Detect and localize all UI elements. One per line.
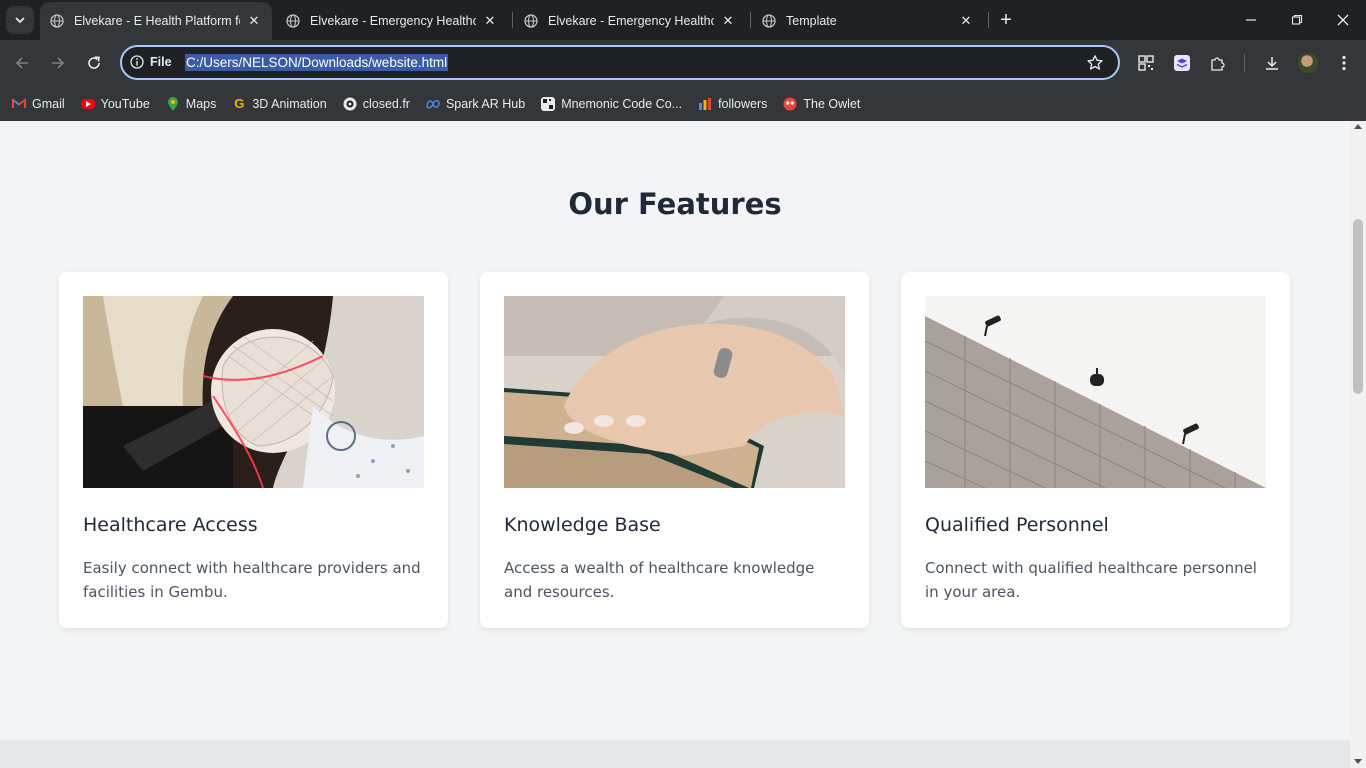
feature-title: Healthcare Access	[83, 514, 258, 536]
close-tab-icon[interactable]: ✕	[720, 13, 736, 29]
patient-mri-scan-photo	[83, 296, 424, 488]
feature-card-knowledge-base: Knowledge Base Access a wealth of health…	[480, 272, 869, 628]
bookmark-gmail[interactable]: Gmail	[12, 97, 65, 111]
tab-title: Template	[786, 14, 837, 28]
tab-divider	[988, 12, 989, 28]
tab-4[interactable]: Template ✕	[752, 2, 984, 40]
back-button[interactable]	[9, 50, 35, 76]
bookmarks-bar: Gmail YouTube Maps G 3D Animation closed…	[0, 86, 1366, 121]
closed-icon	[343, 97, 357, 111]
globe-icon	[762, 14, 776, 28]
globe-icon	[50, 14, 64, 28]
feature-description: Easily connect with healthcare providers…	[83, 559, 421, 601]
new-tab-button[interactable]: +	[994, 8, 1018, 32]
layers-extension-button[interactable]	[1171, 52, 1193, 74]
tab-1[interactable]: Elvekare - E Health Platform for ✕	[40, 2, 272, 40]
arrow-left-icon	[15, 57, 28, 69]
section-title: Our Features	[568, 187, 782, 221]
bookmark-mnemonic[interactable]: Mnemonic Code Co...	[541, 96, 682, 111]
close-tab-icon[interactable]: ✕	[958, 13, 974, 29]
reload-button[interactable]	[81, 50, 107, 76]
bookmark-star-icon[interactable]	[1086, 54, 1104, 72]
scheme-label: File	[150, 55, 172, 69]
tab-search-button[interactable]	[6, 6, 34, 34]
tab-3[interactable]: Elvekare - Emergency Healthcar ✕	[514, 2, 746, 40]
tab-divider	[750, 12, 751, 28]
gmail-icon	[12, 97, 26, 111]
meta-icon	[426, 97, 440, 111]
chevron-down-icon	[15, 17, 25, 24]
page-viewport: Our Features Healthcare Access Easily co…	[0, 121, 1350, 768]
bookmark-3d-animation[interactable]: G 3D Animation	[232, 96, 326, 111]
scroll-down-arrow-icon[interactable]	[1354, 759, 1362, 764]
browser-toolbar: File C:/Users/NELSON/Downloads/website.h…	[0, 40, 1366, 86]
globe-icon	[524, 14, 538, 28]
info-icon	[130, 55, 144, 69]
minimize-icon	[1246, 19, 1256, 21]
feature-description: Access a wealth of healthcare knowledge …	[504, 559, 815, 601]
profile-avatar[interactable]	[1298, 53, 1318, 73]
tab-strip: Elvekare - E Health Platform for ✕ Elvek…	[0, 0, 1366, 40]
tab-title: Elvekare - Emergency Healthcar	[548, 14, 714, 28]
feature-card-qualified-personnel: Qualified Personnel Connect with qualifi…	[901, 272, 1290, 628]
restore-icon	[1291, 14, 1303, 25]
menu-button[interactable]	[1333, 52, 1355, 74]
bookmark-maps[interactable]: Maps	[166, 96, 216, 111]
more-vertical-icon	[1342, 55, 1346, 71]
downloads-button[interactable]	[1261, 52, 1283, 74]
forward-button[interactable]	[45, 50, 71, 76]
bookmark-the-owlet[interactable]: The Owlet	[783, 97, 860, 111]
security-cameras-wall-photo	[925, 296, 1266, 488]
puzzle-icon	[1211, 57, 1225, 71]
bookmark-spark-ar-hub[interactable]: Spark AR Hub	[426, 97, 525, 111]
restore-button[interactable]	[1274, 0, 1320, 40]
maps-icon	[166, 96, 180, 111]
feature-title: Qualified Personnel	[925, 514, 1109, 536]
bookmark-youtube[interactable]: YouTube	[80, 97, 150, 111]
browser-chrome: Elvekare - E Health Platform for ✕ Elvek…	[0, 0, 1366, 121]
bookmark-followers[interactable]: followers	[698, 97, 767, 111]
page-scrollbar[interactable]	[1350, 121, 1366, 768]
globe-icon	[286, 14, 300, 28]
feature-description: Connect with qualified healthcare person…	[925, 559, 1257, 601]
mnemonic-icon	[541, 96, 556, 111]
scrollbar-thumb[interactable]	[1353, 219, 1363, 394]
reload-icon	[88, 56, 100, 69]
bookmark-closed-fr[interactable]: closed.fr	[343, 97, 410, 111]
site-info-button[interactable]: File	[130, 55, 172, 69]
feature-title: Knowledge Base	[504, 514, 661, 536]
feature-card-healthcare-access: Healthcare Access Easily connect with he…	[59, 272, 448, 628]
address-bar[interactable]: File C:/Users/NELSON/Downloads/website.h…	[120, 45, 1120, 80]
extensions-button[interactable]	[1207, 52, 1229, 74]
followers-icon	[698, 97, 712, 111]
close-tab-icon[interactable]: ✕	[246, 13, 262, 29]
next-section-edge	[0, 740, 1350, 768]
scroll-up-arrow-icon[interactable]	[1354, 124, 1362, 129]
youtube-icon	[80, 98, 95, 109]
layers-extension-icon	[1174, 55, 1190, 71]
hand-on-books-photo	[504, 296, 845, 488]
close-tab-icon[interactable]: ✕	[482, 13, 498, 29]
tab-2[interactable]: Elvekare - Emergency Healthcar ✕	[276, 2, 508, 40]
qr-code-extension-button[interactable]	[1135, 52, 1157, 74]
owlet-icon	[783, 97, 797, 111]
close-window-button[interactable]	[1320, 0, 1366, 40]
qr-code-icon	[1138, 55, 1154, 71]
url-text[interactable]: C:/Users/NELSON/Downloads/website.html	[185, 54, 449, 71]
download-icon	[1266, 57, 1278, 70]
tab-title: Elvekare - Emergency Healthcar	[310, 14, 476, 28]
close-icon	[1337, 14, 1349, 26]
arrow-right-icon	[52, 57, 65, 69]
toolbar-divider	[1244, 54, 1245, 72]
tab-divider	[512, 12, 513, 28]
tab-title: Elvekare - E Health Platform for	[74, 14, 240, 28]
minimize-button[interactable]	[1228, 0, 1274, 40]
g-icon: G	[234, 96, 245, 111]
